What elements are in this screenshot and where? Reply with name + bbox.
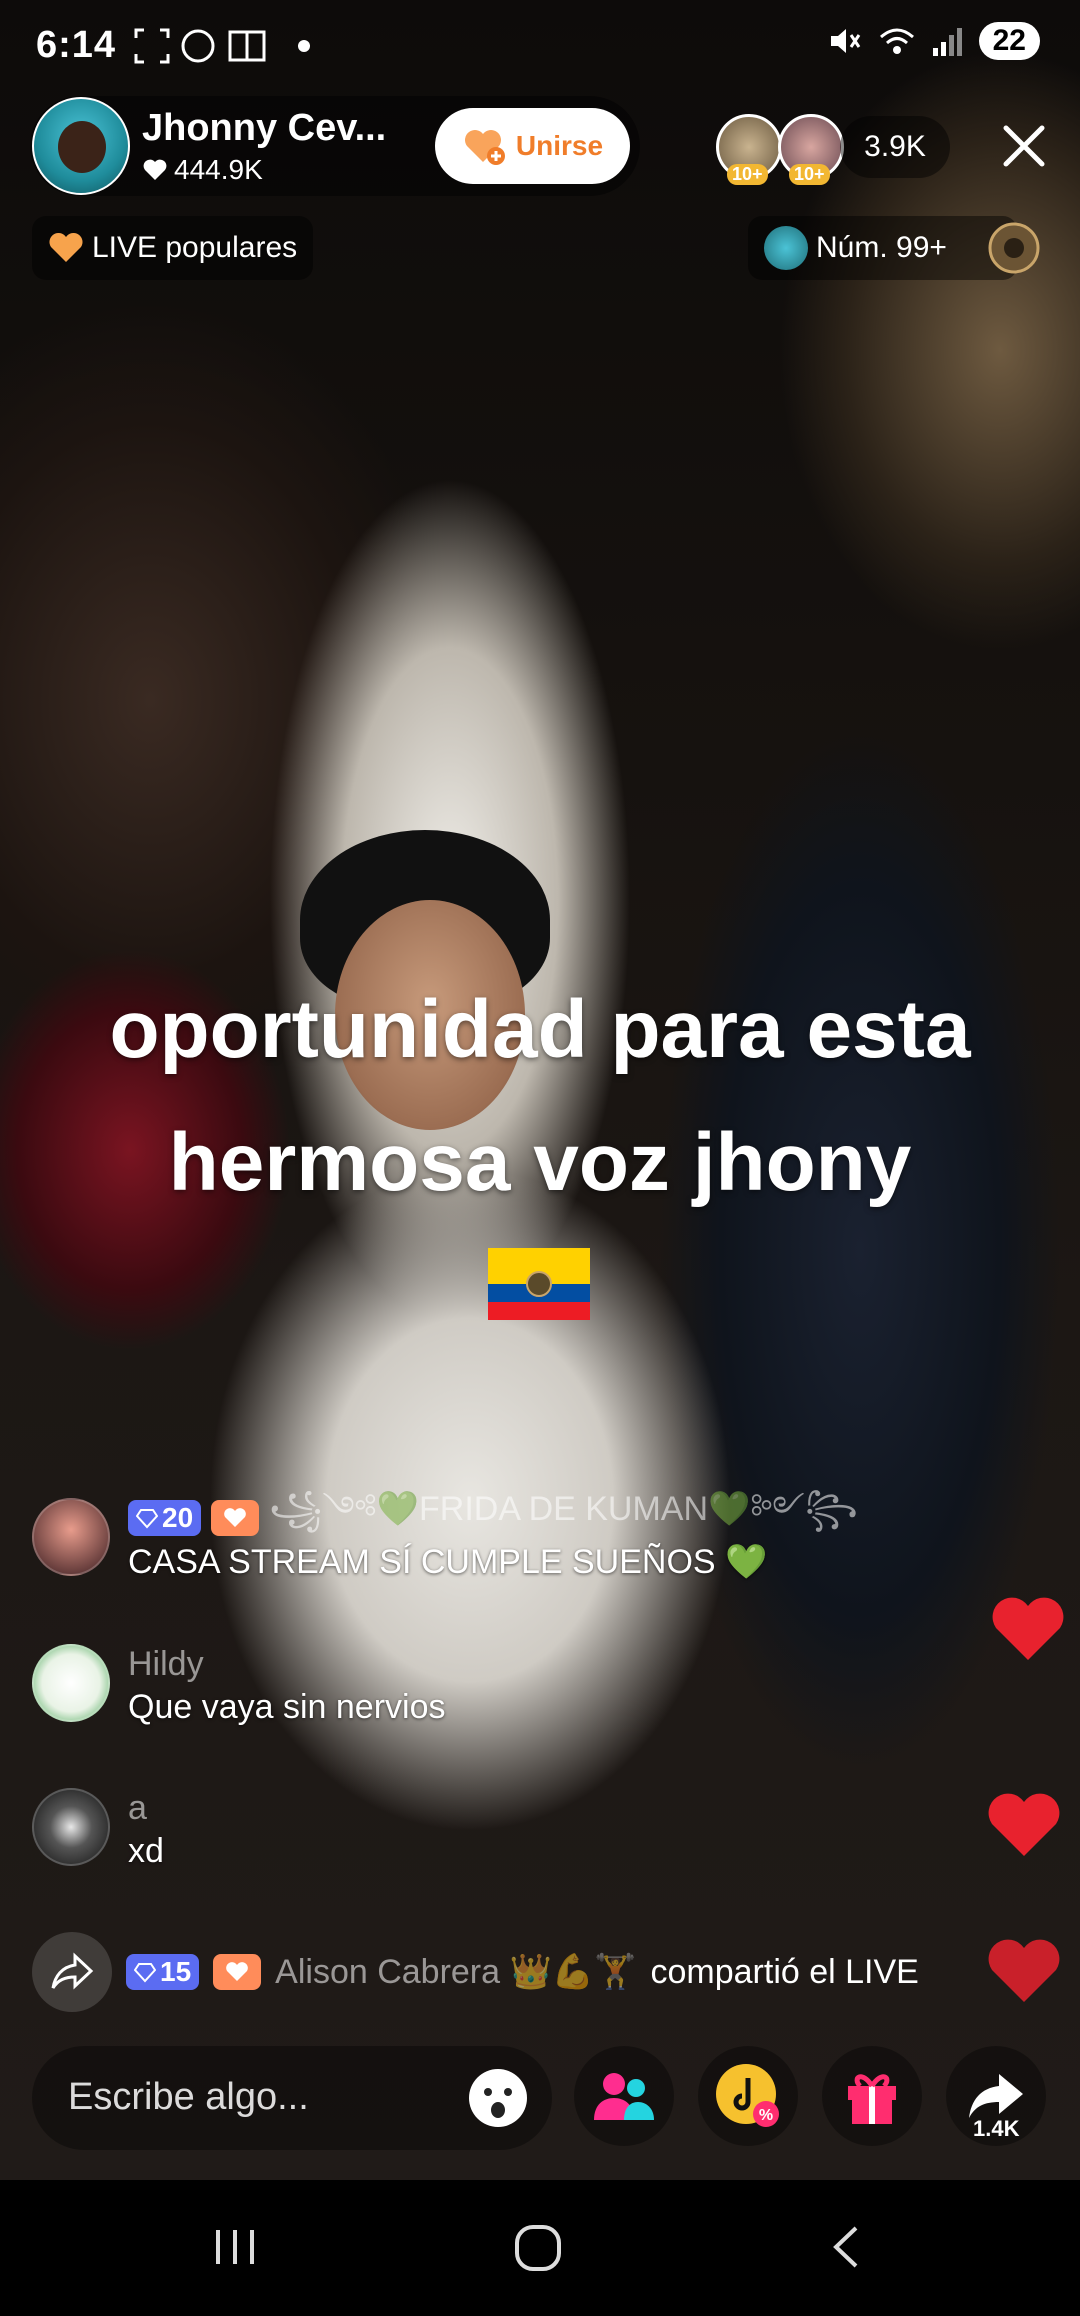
- guests-button[interactable]: [574, 2046, 674, 2146]
- floating-heart-icon: [988, 1793, 1060, 1856]
- fullscreen-icon: [134, 28, 170, 64]
- svg-text:%: %: [759, 2107, 773, 2124]
- caption-line-1: oportunidad para esta: [109, 984, 971, 1075]
- comment-text: Que vaya sin nervios: [128, 1688, 446, 1726]
- recents-icon[interactable]: [210, 2222, 260, 2272]
- commenter-avatar[interactable]: [32, 1788, 110, 1866]
- host-card[interactable]: Jhonny Cev... 444.9K Unirse: [30, 96, 640, 196]
- share-arrow-icon: [51, 1952, 94, 1990]
- ecuador-flag-icon: [488, 1248, 590, 1320]
- diamond-icon: [136, 1509, 158, 1529]
- mute-icon: [830, 29, 860, 53]
- viewer-badge: 10+: [789, 164, 830, 185]
- wifi-icon: [879, 28, 914, 54]
- sharer-name: Alison Cabrera 👑💪🏋: [275, 1953, 637, 1991]
- comment-body: a xd: [128, 1788, 164, 1871]
- host-avatar[interactable]: [32, 97, 130, 195]
- comment-item[interactable]: 20 ꧁༺💚FRIDA DE KUMAN💚༻꧂ CASA STREAM SÍ C…: [32, 1490, 858, 1582]
- emoji-icon[interactable]: [466, 2066, 530, 2130]
- top-viewer-avatar-1[interactable]: 10+: [716, 114, 782, 185]
- comment-text: CASA STREAM SÍ CUMPLE SUEÑOS 💚: [128, 1543, 768, 1581]
- rank-label: Núm. 99+: [816, 231, 947, 264]
- viewer-badge: 10+: [727, 164, 768, 185]
- signal-icon: [932, 28, 962, 56]
- close-icon[interactable]: [996, 118, 1052, 174]
- whatsapp-icon: [181, 29, 215, 63]
- coupon-icon: %: [716, 2064, 779, 2127]
- level-value: 20: [162, 1502, 194, 1533]
- clock: 6:14: [36, 24, 117, 66]
- diamond-icon: [134, 1963, 156, 1983]
- comment-meta: 20 ꧁༺💚FRIDA DE KUMAN💚༻꧂: [128, 1490, 858, 1538]
- caption-line-2: hermosa voz jhony: [168, 1117, 912, 1208]
- rank-avatar: [764, 226, 808, 270]
- rank-tag[interactable]: Núm. 99+: [748, 216, 1017, 280]
- share-icon: [969, 2074, 1023, 2118]
- top-viewer-avatar-2[interactable]: 10+: [778, 114, 844, 185]
- popular-heart-icon: [49, 232, 83, 262]
- status-bar: 6:14 22: [0, 0, 1080, 95]
- viewer-count[interactable]: 3.9K: [840, 116, 950, 178]
- popular-live-label: LIVE populares: [92, 231, 298, 264]
- system-status: 22: [827, 22, 1040, 60]
- input-placeholder: Escribe algo...: [68, 2076, 309, 2118]
- commenter-name: Hildy: [128, 1644, 204, 1683]
- fan-badge-icon: [211, 1500, 260, 1536]
- level-badge: 20: [128, 1500, 202, 1536]
- floating-heart-icon: [992, 1597, 1064, 1660]
- comment-item[interactable]: a xd: [32, 1788, 164, 1871]
- share-event-icon: [32, 1932, 112, 2012]
- guests-icon: [594, 2073, 654, 2120]
- share-event-text: compartió el LIVE: [650, 1952, 919, 1991]
- join-button[interactable]: Unirse: [435, 108, 630, 184]
- floating-heart-icon: [988, 1939, 1060, 2002]
- fan-badge-icon: [213, 1954, 262, 1990]
- notif-icons-svg: [134, 28, 310, 64]
- back-icon[interactable]: [822, 2222, 872, 2272]
- comment-body: 20 ꧁༺💚FRIDA DE KUMAN💚༻꧂ CASA STREAM SÍ C…: [128, 1490, 858, 1582]
- share-count: 1.4K: [973, 2116, 1020, 2141]
- notification-icons: [132, 26, 322, 77]
- comment-item[interactable]: Hildy Que vaya sin nervios: [32, 1644, 446, 1727]
- commenter-avatar[interactable]: [32, 1644, 110, 1722]
- heart-icon: [143, 159, 167, 180]
- host-likes: 444.9K: [142, 154, 432, 186]
- level-value: 15: [160, 1956, 192, 1987]
- home-icon[interactable]: [512, 2222, 564, 2274]
- join-heart-icon: [464, 130, 505, 165]
- comment-text: xd: [128, 1832, 164, 1870]
- gift-button[interactable]: [822, 2046, 922, 2146]
- commenter-name: a: [128, 1788, 147, 1827]
- likes-count: 444.9K: [174, 153, 263, 185]
- commenter-avatar[interactable]: [32, 1498, 110, 1576]
- host-name: Jhonny Cev...: [142, 106, 387, 149]
- coupon-button[interactable]: %: [698, 2046, 798, 2146]
- comment-body: Hildy Que vaya sin nervios: [128, 1644, 446, 1727]
- level-badge: 15: [126, 1954, 200, 1990]
- popular-live-tag[interactable]: LIVE populares: [32, 216, 314, 280]
- battery-level: 22: [978, 22, 1040, 60]
- host-info: Jhonny Cev... 444.9K: [142, 107, 432, 186]
- join-label: Unirse: [515, 130, 604, 161]
- gift-icon: [848, 2074, 896, 2124]
- share-event[interactable]: 15 Alison Cabrera 👑💪🏋 compartió el LIVE: [32, 1932, 919, 2012]
- rank-emblem-icon[interactable]: [986, 220, 1042, 276]
